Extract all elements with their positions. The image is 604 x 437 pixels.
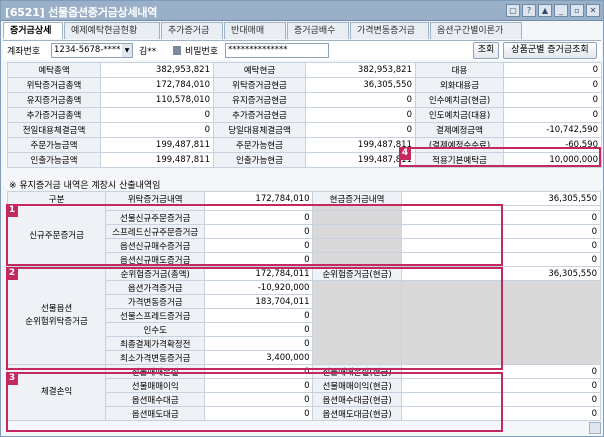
summary-label: 인출가능금액 (7, 152, 101, 168)
account-row: 계좌번호 1234-5678-**** ▼ 김** 비밀번호 *********… (3, 40, 601, 60)
tab-additional-margin[interactable]: 추가증거금 (161, 22, 223, 39)
pin-icon[interactable]: ▲ (538, 4, 552, 17)
summary-label: 유지증거금현금 (213, 92, 306, 108)
header-category: 구분 (6, 191, 107, 206)
table-row: 유지증거금총액 110,578,010 유지증거금현금 0 인수예치금(현금) 0 (7, 92, 602, 108)
product-margin-button[interactable]: 상품군별 증거금조회 (503, 42, 597, 59)
summary-value: 10,000,000 (503, 152, 602, 168)
summary-value: 0 (503, 62, 602, 78)
summary-label: 인도예치금(대용) (415, 107, 504, 123)
table-row: 위탁증거금총액 172,784,010 위탁증거금현금 36,305,550 외화대용금… (7, 77, 602, 93)
tab-price-change-margin[interactable]: 가격변동증거금 (350, 22, 429, 39)
summary-label: 인수예치금(현금) (415, 92, 504, 108)
window-controls: ▢ ? ▲ _ ▫ ✕ (506, 4, 600, 17)
summary-label: 결제예정금액 (415, 122, 504, 138)
resize-grip[interactable] (589, 422, 601, 434)
summary-label: 예탁총액 (7, 62, 101, 78)
summary-value: 0 (305, 107, 416, 123)
tab-reverse-trade[interactable]: 반대매매 (224, 22, 286, 39)
tab-deposit-cash[interactable]: 예제예탁현금현황 (64, 22, 160, 39)
callout-badge-2: 2 (6, 267, 18, 280)
summary-value: -60,590 (503, 137, 602, 153)
table-row: 선물옵션 순위험위탁증거금 순위험증거금(총액) 172,784,011 순위험… (6, 266, 602, 365)
summary-value: 0 (100, 107, 214, 123)
window-title: [6521] 선물옵션증거금상세내역 (5, 6, 158, 19)
callout-badge-1: 1 (6, 204, 18, 217)
summary-value: 0 (305, 92, 416, 108)
section2-label: 선물옵션 순위험위탁증거금 (6, 266, 107, 365)
section3-label: 체결손익 (6, 364, 107, 421)
help-icon[interactable]: ? (522, 4, 536, 17)
section1-label: 신규주문증거금 (6, 205, 107, 267)
tab-option-theory-price[interactable]: 옵션구간별이론가 (430, 22, 522, 39)
search-button[interactable]: 조회 (473, 42, 499, 59)
header-cash-value: 36,305,550 (400, 191, 602, 206)
summary-label: 주문가능금액 (7, 137, 101, 153)
summary-value: 172,784,010 (100, 77, 214, 93)
summary-label: 외화대용금 (415, 77, 504, 93)
summary-label: 전일대용체결금액 (7, 122, 101, 138)
summary-value: 199,487,811 (100, 137, 214, 153)
summary-label: 추가증거금총액 (7, 107, 101, 123)
summary-label: 대용 (415, 62, 504, 78)
summary-label: 적용기본예탁금 (415, 152, 504, 168)
header-consign-margin: 위탁증거금내역 (105, 191, 206, 206)
keyboard-icon[interactable] (173, 46, 181, 55)
summary-value: 0 (503, 92, 602, 108)
summary-label: 위탁증거금총액 (7, 77, 101, 93)
summary-value: 382,953,821 (305, 62, 416, 78)
minimize-icon[interactable]: _ (554, 4, 568, 17)
chevron-down-icon[interactable]: ▼ (122, 44, 132, 57)
summary-table: 예탁총액 382,953,821 예탁현금 382,953,821 대용 0 위탁증거금총액… (7, 62, 602, 168)
summary-value: -10,742,590 (503, 122, 602, 138)
summary-value: 0 (100, 122, 214, 138)
account-holder-name: 김** (139, 47, 157, 57)
account-number: 1234-5678-**** (54, 45, 121, 55)
summary-value: 199,487,811 (100, 152, 214, 168)
header-cash-margin: 현금증거금내역 (312, 191, 402, 206)
table-row: 전일대용체결금액 0 당일대용체결금액 0 결제예정금액 -10,742,590 (7, 122, 602, 138)
callout-badge-3: 3 (6, 372, 18, 385)
maximize-icon[interactable]: ▫ (570, 4, 584, 17)
detail-header-row: 구분 위탁증거금내역 172,784,010 현금증거금내역 36,305,55… (6, 191, 602, 206)
header-consign-value: 172,784,010 (204, 191, 314, 206)
summary-label: 당일대용체결금액 (213, 122, 306, 138)
tab-margin-multiple[interactable]: 증거금배수 (287, 22, 349, 39)
account-select[interactable]: 1234-5678-**** ▼ (51, 43, 133, 58)
summary-label: 예탁현금 (213, 62, 306, 78)
title-bar: [6521] 선물옵션증거금상세내역 ▢ ? ▲ _ ▫ ✕ (1, 1, 603, 21)
summary-label: 주문가능현금 (213, 137, 306, 153)
summary-value: 0 (503, 77, 602, 93)
summary-label: (결제예정수수료) (415, 137, 504, 153)
summary-label: 유지증거금총액 (7, 92, 101, 108)
table-row: 주문가능금액 199,487,811 주문가능현금 199,487,811 (결제예정수… (7, 137, 602, 153)
maintenance-note: ※ 유지증거금 내역은 계장시 산출내역임 (9, 181, 161, 191)
tab-margin-detail[interactable]: 증거금상세 (3, 22, 63, 39)
summary-value: 382,953,821 (100, 62, 214, 78)
table-row: 인출가능금액 199,487,811 인출가능현금 199,487,811 적용기본예탁… (7, 152, 602, 168)
link-icon[interactable]: ▢ (506, 4, 520, 17)
callout-badge-4: 4 (399, 147, 411, 160)
table-row: 예탁총액 382,953,821 예탁현금 382,953,821 대용 0 (7, 62, 602, 78)
summary-value: 110,578,010 (100, 92, 214, 108)
summary-label: 위탁증거금현금 (213, 77, 306, 93)
summary-value: 0 (503, 107, 602, 123)
summary-value: 0 (305, 122, 416, 138)
password-field[interactable]: ************** (225, 43, 329, 58)
summary-value: 36,305,550 (305, 77, 416, 93)
net-risk-cash-label: 순위험증거금(현금) (312, 266, 402, 281)
net-risk-cash-value: 36,305,550 (400, 266, 602, 281)
account-label: 계좌번호 (7, 47, 41, 57)
table-row: 추가증거금총액 0 추가증거금현금 0 인도예치금(대용) 0 (7, 107, 602, 123)
summary-label: 인출가능현금 (213, 152, 306, 168)
tab-bar: 증거금상세 예제예탁현금현황 추가증거금 반대매매 증거금배수 가격변동증거금 … (3, 22, 523, 39)
detail-table: 구분 위탁증거금내역 172,784,010 현금증거금내역 36,305,55… (6, 191, 602, 421)
summary-label: 추가증거금현금 (213, 107, 306, 123)
password-label: 비밀번호 (185, 47, 219, 57)
table-row: 체결손익 선물매매손실 0 선물매매손실(현금) 0 (6, 364, 602, 421)
main-window: [6521] 선물옵션증거금상세내역 ▢ ? ▲ _ ▫ ✕ 증거금상세 예제예… (0, 0, 604, 437)
close-icon[interactable]: ✕ (586, 4, 600, 17)
